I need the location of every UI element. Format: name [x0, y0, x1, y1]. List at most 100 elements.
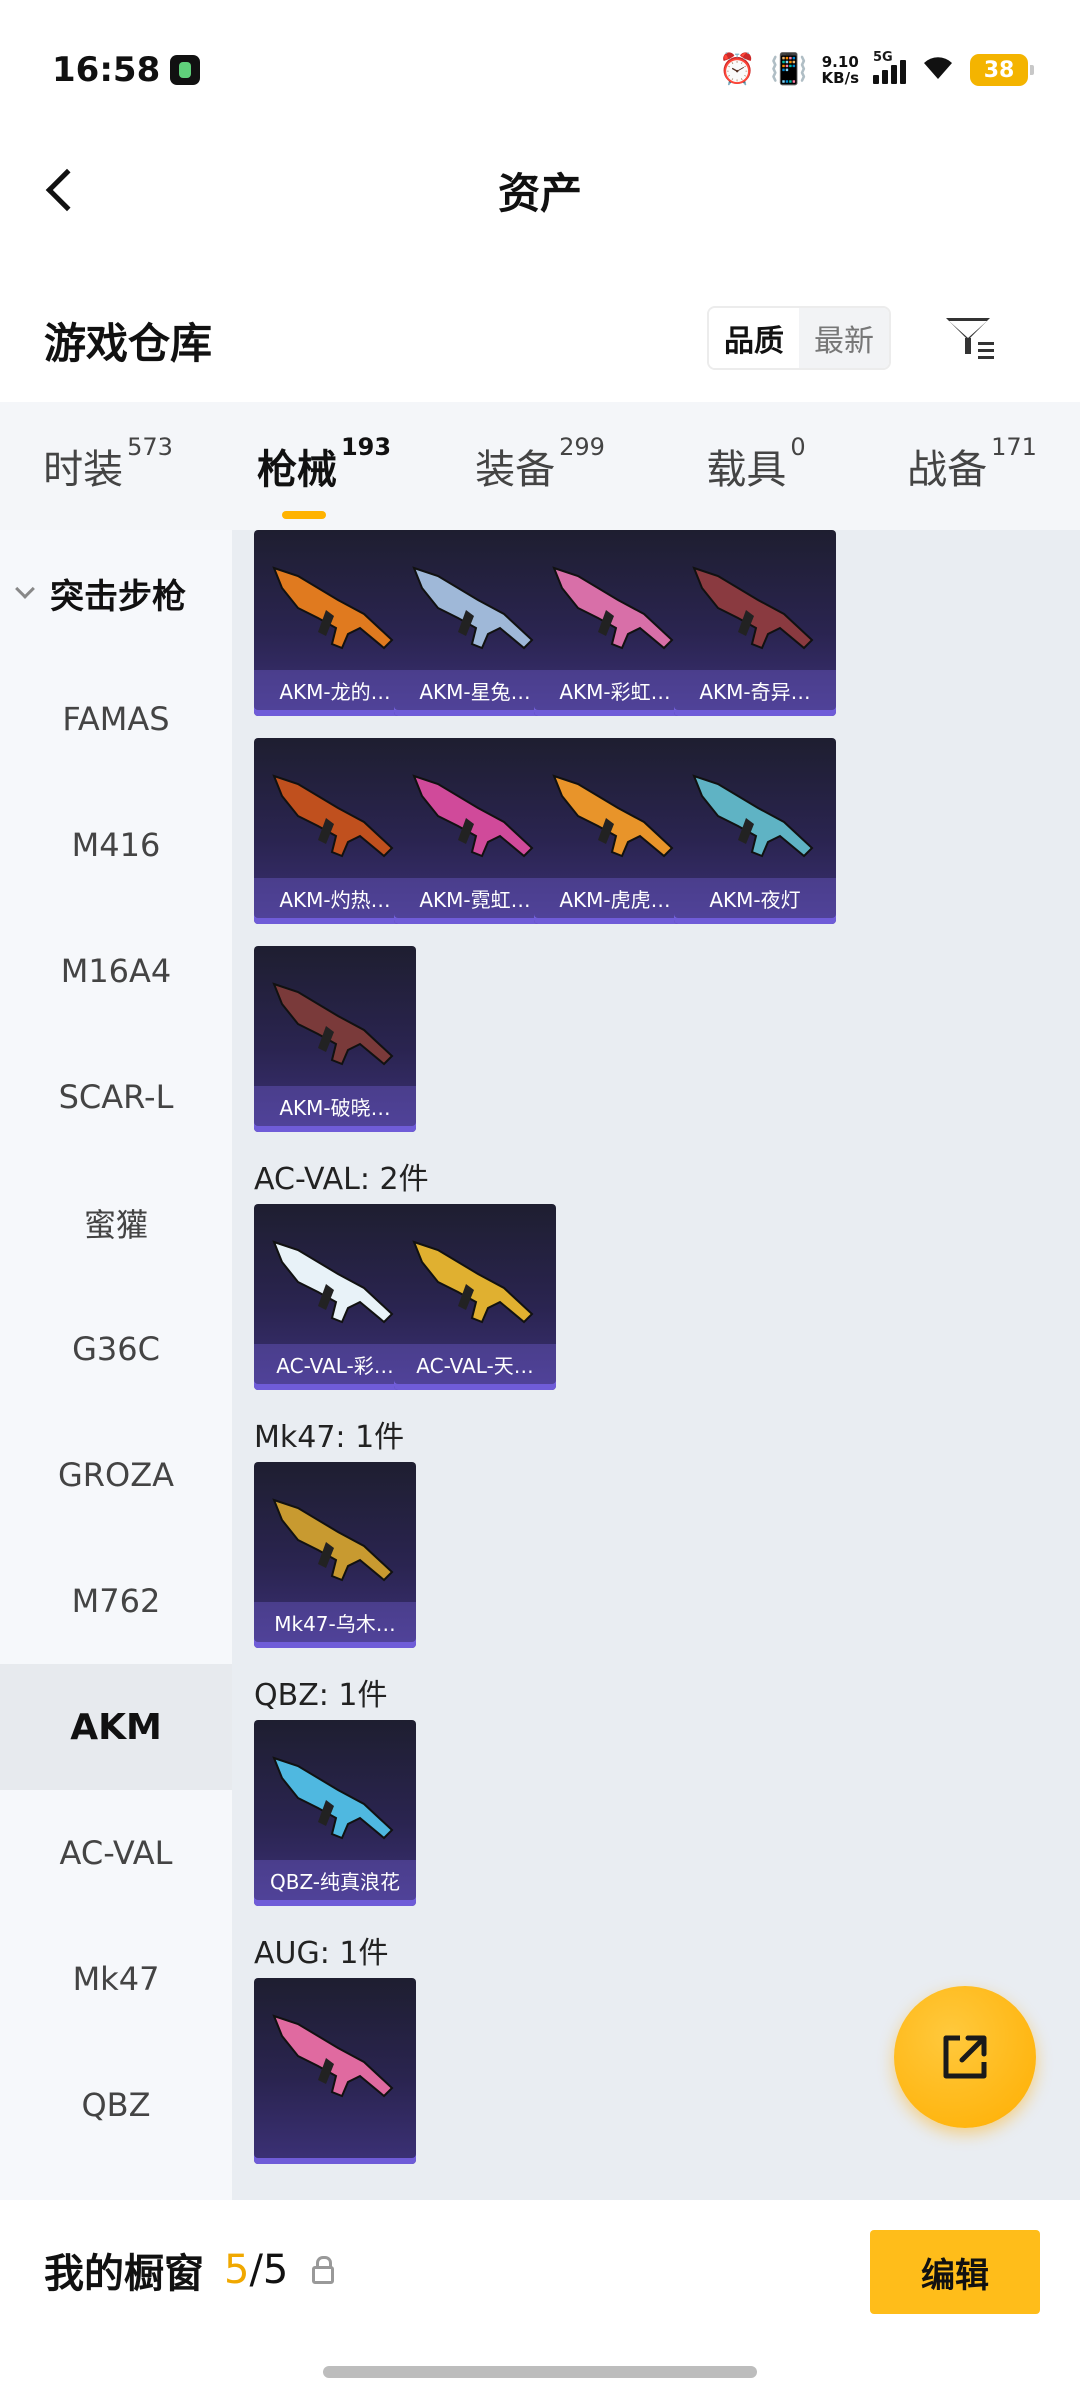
skin-grid: AKM-龙的… AKM-星兔… AKM-彩虹… AKM-奇异… AKM-灼热… AKM-霓… [232, 530, 1080, 2200]
sidebar-item-g36c[interactable]: G36C [0, 1286, 232, 1412]
warehouse-title: 游戏仓库 [44, 318, 213, 368]
home-indicator[interactable] [323, 2366, 757, 2378]
tab-label: 枪械 [256, 447, 337, 493]
skin-name: AKM-夜灯 [674, 878, 836, 918]
skin-card[interactable]: AKM-虎虎… [534, 738, 696, 924]
skin-card[interactable]: AKM-霓虹… [394, 738, 556, 924]
weapon-skin-image [692, 774, 814, 858]
net-speed-value: 9.10 [821, 52, 859, 71]
sidebar-item-famas[interactable]: FAMAS [0, 656, 232, 782]
weapon-skin-image [272, 2014, 394, 2098]
skin-card[interactable]: AC-VAL-彩… [254, 1204, 416, 1390]
sidebar-item-mk47[interactable]: Mk47 [0, 1916, 232, 2042]
cell-signal-icon: 5G [873, 50, 906, 84]
skin-name: AKM-龙的… [254, 670, 416, 710]
warehouse-header: 游戏仓库 品质 最新 [0, 290, 1080, 390]
sidebar-group-assault-rifles[interactable]: 突击步枪 [0, 530, 232, 656]
category-tabs: 时装 573 枪械 193 装备 299 载具 0 战备 171 [0, 402, 1080, 530]
sort-toggle: 品质 最新 [707, 306, 891, 370]
tab-count: 0 [790, 433, 806, 461]
sidebar-item-ac-val[interactable]: AC-VAL [0, 1790, 232, 1916]
skin-name: AC-VAL-彩… [254, 1344, 416, 1384]
skin-name: AKM-星兔… [394, 670, 556, 710]
skin-card[interactable]: QBZ-纯真浪花 [254, 1720, 416, 1906]
app-notification-icon [170, 55, 201, 85]
skin-name: AKM-奇异… [674, 670, 836, 710]
skin-card[interactable]: AKM-奇异… [674, 530, 836, 716]
showcase-used: 5 [224, 2247, 250, 2293]
skin-name: AKM-虎虎… [534, 878, 696, 918]
section-title: AC-VAL: 2件 [254, 1162, 429, 1197]
weapon-skin-image [272, 1756, 394, 1840]
status-icons: ⏰ 📳 9.10 KB/s 5G 38 [719, 50, 1034, 87]
battery-indicator: 38 [970, 54, 1034, 86]
skin-card[interactable]: AC-VAL-天… [394, 1204, 556, 1390]
skin-name: AKM-破晓… [254, 1086, 416, 1126]
sidebar-item-honey-badger[interactable]: 蜜獾 [0, 1160, 232, 1286]
sidebar-group-label: 突击步枪 [50, 576, 186, 617]
showcase-count: 5/5 [224, 2247, 288, 2293]
tab-equipment[interactable]: 装备 299 [432, 433, 648, 495]
skin-name: AKM-灼热… [254, 878, 416, 918]
weapon-skin-image [552, 566, 674, 650]
showcase-total: /5 [249, 2247, 289, 2293]
weapon-skin-image [272, 1240, 394, 1324]
sidebar-item-m16a4[interactable]: M16A4 [0, 908, 232, 1034]
weapon-skin-image [272, 774, 394, 858]
skin-card[interactable]: AKM-龙的… [254, 530, 416, 716]
skin-card[interactable]: AKM-夜灯 [674, 738, 836, 924]
weapon-skin-image [272, 982, 394, 1066]
external-link-icon [943, 2035, 987, 2079]
tab-label: 载具 [706, 447, 787, 493]
filter-button[interactable] [940, 308, 1004, 372]
status-time: 16:58 [52, 50, 161, 90]
skin-card[interactable]: AKM-星兔… [394, 530, 556, 716]
weapon-skin-image [272, 566, 394, 650]
skin-card[interactable]: AKM-破晓… [254, 946, 416, 1132]
section-title: Mk47: 1件 [254, 1420, 405, 1455]
sidebar-item-m762[interactable]: M762 [0, 1538, 232, 1664]
weapon-type-sidebar: 突击步枪 FAMAS M416 M16A4 SCAR-L 蜜獾 G36C GRO… [0, 530, 232, 2200]
section-title: AUG: 1件 [254, 1936, 389, 1971]
sidebar-item-scar-l[interactable]: SCAR-L [0, 1034, 232, 1160]
sidebar-item-m416[interactable]: M416 [0, 782, 232, 908]
sidebar-item-akm[interactable]: AKM [0, 1664, 232, 1790]
sort-option-quality[interactable]: 品质 [709, 308, 799, 368]
share-fab-button[interactable] [894, 1986, 1036, 2128]
weapon-skin-image [412, 774, 534, 858]
tab-fashion[interactable]: 时装 573 [0, 433, 216, 495]
page-title: 资产 [497, 168, 582, 218]
net-speed: 9.10 KB/s [821, 52, 859, 87]
lock-icon [312, 2256, 335, 2284]
vibrate-icon: 📳 [770, 52, 808, 87]
skin-card[interactable]: AKM-灼热… [254, 738, 416, 924]
tab-count: 171 [991, 433, 1037, 461]
showcase-label: 我的橱窗 [44, 2251, 204, 2297]
sort-option-newest[interactable]: 最新 [799, 308, 889, 368]
wifi-icon [920, 53, 956, 87]
filter-icon [946, 318, 990, 340]
skin-card[interactable] [254, 1978, 416, 2164]
skin-name: AKM-霓虹… [394, 878, 556, 918]
tab-firearms[interactable]: 枪械 193 [216, 433, 432, 519]
net-speed-unit: KB/s [821, 69, 859, 87]
tab-label: 装备 [475, 447, 556, 493]
skin-name: Mk47-乌木… [254, 1602, 416, 1642]
skin-card[interactable]: Mk47-乌木… [254, 1462, 416, 1648]
tab-vehicles[interactable]: 载具 0 [648, 433, 864, 495]
skin-name: AKM-彩虹… [534, 670, 696, 710]
sidebar-item-groza[interactable]: GROZA [0, 1412, 232, 1538]
filter-icon-lines [978, 342, 994, 363]
weapon-skin-image [552, 774, 674, 858]
edit-button[interactable]: 编辑 [870, 2230, 1040, 2314]
tab-supplies[interactable]: 战备 171 [864, 433, 1080, 495]
skin-card[interactable]: AKM-彩虹… [534, 530, 696, 716]
back-button[interactable] [30, 160, 90, 220]
tab-count: 573 [127, 433, 173, 461]
filter-icon-stem [965, 338, 971, 354]
weapon-skin-image [272, 1498, 394, 1582]
weapon-skin-image [692, 566, 814, 650]
network-type: 5G [873, 50, 893, 65]
skin-name: AC-VAL-天… [394, 1344, 556, 1384]
sidebar-item-qbz[interactable]: QBZ [0, 2042, 232, 2168]
